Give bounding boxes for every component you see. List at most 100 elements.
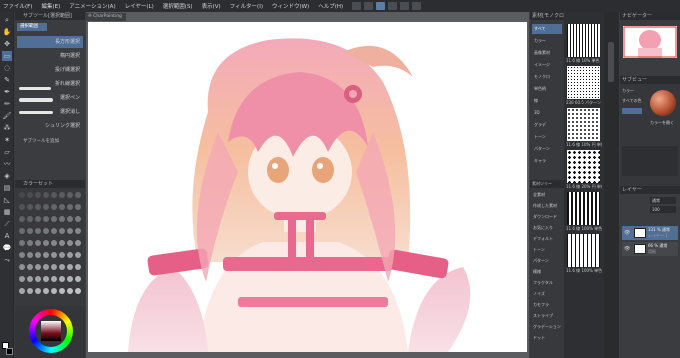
color-swatch[interactable] [27, 276, 33, 282]
lasso-icon[interactable]: ◌ [2, 63, 12, 73]
color-swatch[interactable] [35, 192, 41, 198]
color-swatch[interactable] [27, 216, 33, 222]
blend-mode-select[interactable]: 通常 [650, 197, 676, 204]
sub-color-chip[interactable] [6, 348, 13, 355]
menu-select[interactable]: 選択範囲(S) [163, 2, 193, 10]
ruler-icon[interactable]: ⟋ [2, 219, 12, 229]
material-category[interactable]: 単色柄 [532, 84, 562, 94]
color-swatch[interactable] [75, 264, 81, 270]
color-swatch[interactable] [67, 192, 73, 198]
color-swatch[interactable] [59, 228, 65, 234]
color-swatch[interactable] [35, 240, 41, 246]
subtool-item-shrink[interactable]: シュリンク選択 [17, 120, 83, 132]
material-category[interactable]: すべて [532, 24, 562, 34]
text-icon[interactable]: A [2, 231, 12, 241]
subview-option[interactable] [622, 108, 642, 114]
brush-icon[interactable]: 🖌 [2, 111, 12, 121]
eraser-icon[interactable]: ▱ [2, 147, 12, 157]
color-swatch[interactable] [51, 228, 57, 234]
color-swatch[interactable] [43, 288, 49, 294]
color-swatch[interactable] [75, 276, 81, 282]
color-swatch[interactable] [51, 252, 57, 258]
menu-file[interactable]: ファイル(F) [3, 2, 32, 10]
layer-row[interactable]: 👁 66 % 通常 用紙 [622, 242, 678, 256]
color-swatch[interactable] [27, 288, 33, 294]
color-swatch[interactable] [59, 252, 65, 258]
layer-row[interactable]: 👁 131 % 通常 レイヤー 1 [622, 226, 678, 240]
material-tree-item[interactable]: 作成した素材 [533, 203, 563, 209]
material-thumb[interactable] [567, 24, 600, 57]
color-swatch[interactable] [27, 252, 33, 258]
color-swatch[interactable] [59, 192, 65, 198]
toolbar-button[interactable] [400, 2, 410, 10]
menu-view[interactable]: 表示(V) [202, 2, 221, 10]
menu-help[interactable]: ヘルプ(H) [318, 2, 343, 10]
color-swatch[interactable] [75, 288, 81, 294]
scrollbar-thumb[interactable] [608, 42, 614, 82]
material-tree-item[interactable]: パターン [533, 258, 563, 264]
menu-layer[interactable]: レイヤー(L) [125, 2, 154, 10]
panel-scrollbar[interactable] [604, 12, 619, 358]
color-swatch[interactable] [75, 228, 81, 234]
color-swatch[interactable] [27, 228, 33, 234]
subtool-tab[interactable]: 選択範囲 [17, 23, 47, 31]
color-swatch[interactable] [67, 216, 73, 222]
color-swatch[interactable] [67, 204, 73, 210]
material-category[interactable]: モノクロ [532, 72, 562, 82]
color-swatch[interactable] [35, 204, 41, 210]
color-swatch[interactable] [19, 288, 25, 294]
color-swatch[interactable] [51, 288, 57, 294]
toolbar-button[interactable] [412, 2, 422, 10]
subtool-item-ellipse[interactable]: 楕円選択 [17, 50, 83, 62]
color-swatch[interactable] [19, 276, 25, 282]
color-swatch[interactable] [35, 264, 41, 270]
color-swatch[interactable] [75, 252, 81, 258]
color-sphere[interactable] [650, 90, 676, 116]
menu-animation[interactable]: アニメーション(A) [69, 2, 115, 10]
toolbar-button[interactable] [388, 2, 398, 10]
color-swatch[interactable] [67, 228, 73, 234]
color-swatch[interactable] [43, 216, 49, 222]
color-swatch[interactable] [35, 276, 41, 282]
color-swatch[interactable] [43, 252, 49, 258]
toolbar-button-active[interactable] [376, 2, 386, 10]
color-swatch[interactable] [19, 204, 25, 210]
fill-icon[interactable]: ◈ [2, 171, 12, 181]
toolbar-button[interactable] [364, 2, 374, 10]
color-swatch[interactable] [35, 252, 41, 258]
material-tree-item[interactable]: 全素材 [533, 192, 563, 198]
color-swatch[interactable] [43, 276, 49, 282]
material-category[interactable]: キャラ [532, 156, 562, 166]
material-category[interactable]: 3D [532, 108, 562, 118]
correct-line-icon[interactable]: ⤳ [2, 255, 12, 265]
color-swatch[interactable] [67, 288, 73, 294]
color-swatch[interactable] [51, 204, 57, 210]
figure-icon[interactable]: ◺ [2, 195, 12, 205]
material-category[interactable]: 線 [532, 96, 562, 106]
material-tree-item[interactable]: デフォルト [533, 236, 563, 242]
airbrush-icon[interactable]: ⁂ [2, 123, 12, 133]
color-swatch[interactable] [51, 264, 57, 270]
material-tree-item[interactable]: お気に入り [533, 225, 563, 231]
color-swatch[interactable] [75, 192, 81, 198]
material-tree-item[interactable]: フラクタル [533, 280, 563, 286]
zoom-icon[interactable]: ⌕ [2, 15, 12, 25]
document-tab[interactable]: ※ CharPainting [86, 13, 126, 21]
material-category[interactable]: グラデ [532, 120, 562, 130]
color-swatch[interactable] [35, 216, 41, 222]
material-tree-item[interactable]: 模様 [533, 269, 563, 275]
color-swatch[interactable] [19, 192, 25, 198]
pen-icon[interactable]: ✒ [2, 87, 12, 97]
pencil-icon[interactable]: ✏ [2, 99, 12, 109]
color-swatch[interactable] [59, 204, 65, 210]
color-swatch[interactable] [19, 240, 25, 246]
color-swatch[interactable] [27, 204, 33, 210]
material-tree-item[interactable]: ドット [533, 335, 563, 341]
color-swatch[interactable] [51, 192, 57, 198]
material-tree-item[interactable]: ストライプ [533, 313, 563, 319]
material-category[interactable]: トーン [532, 132, 562, 142]
color-swatch[interactable] [43, 204, 49, 210]
color-swatch[interactable] [67, 264, 73, 270]
hand-icon[interactable]: ✋ [2, 27, 12, 37]
color-swatch[interactable] [67, 252, 73, 258]
